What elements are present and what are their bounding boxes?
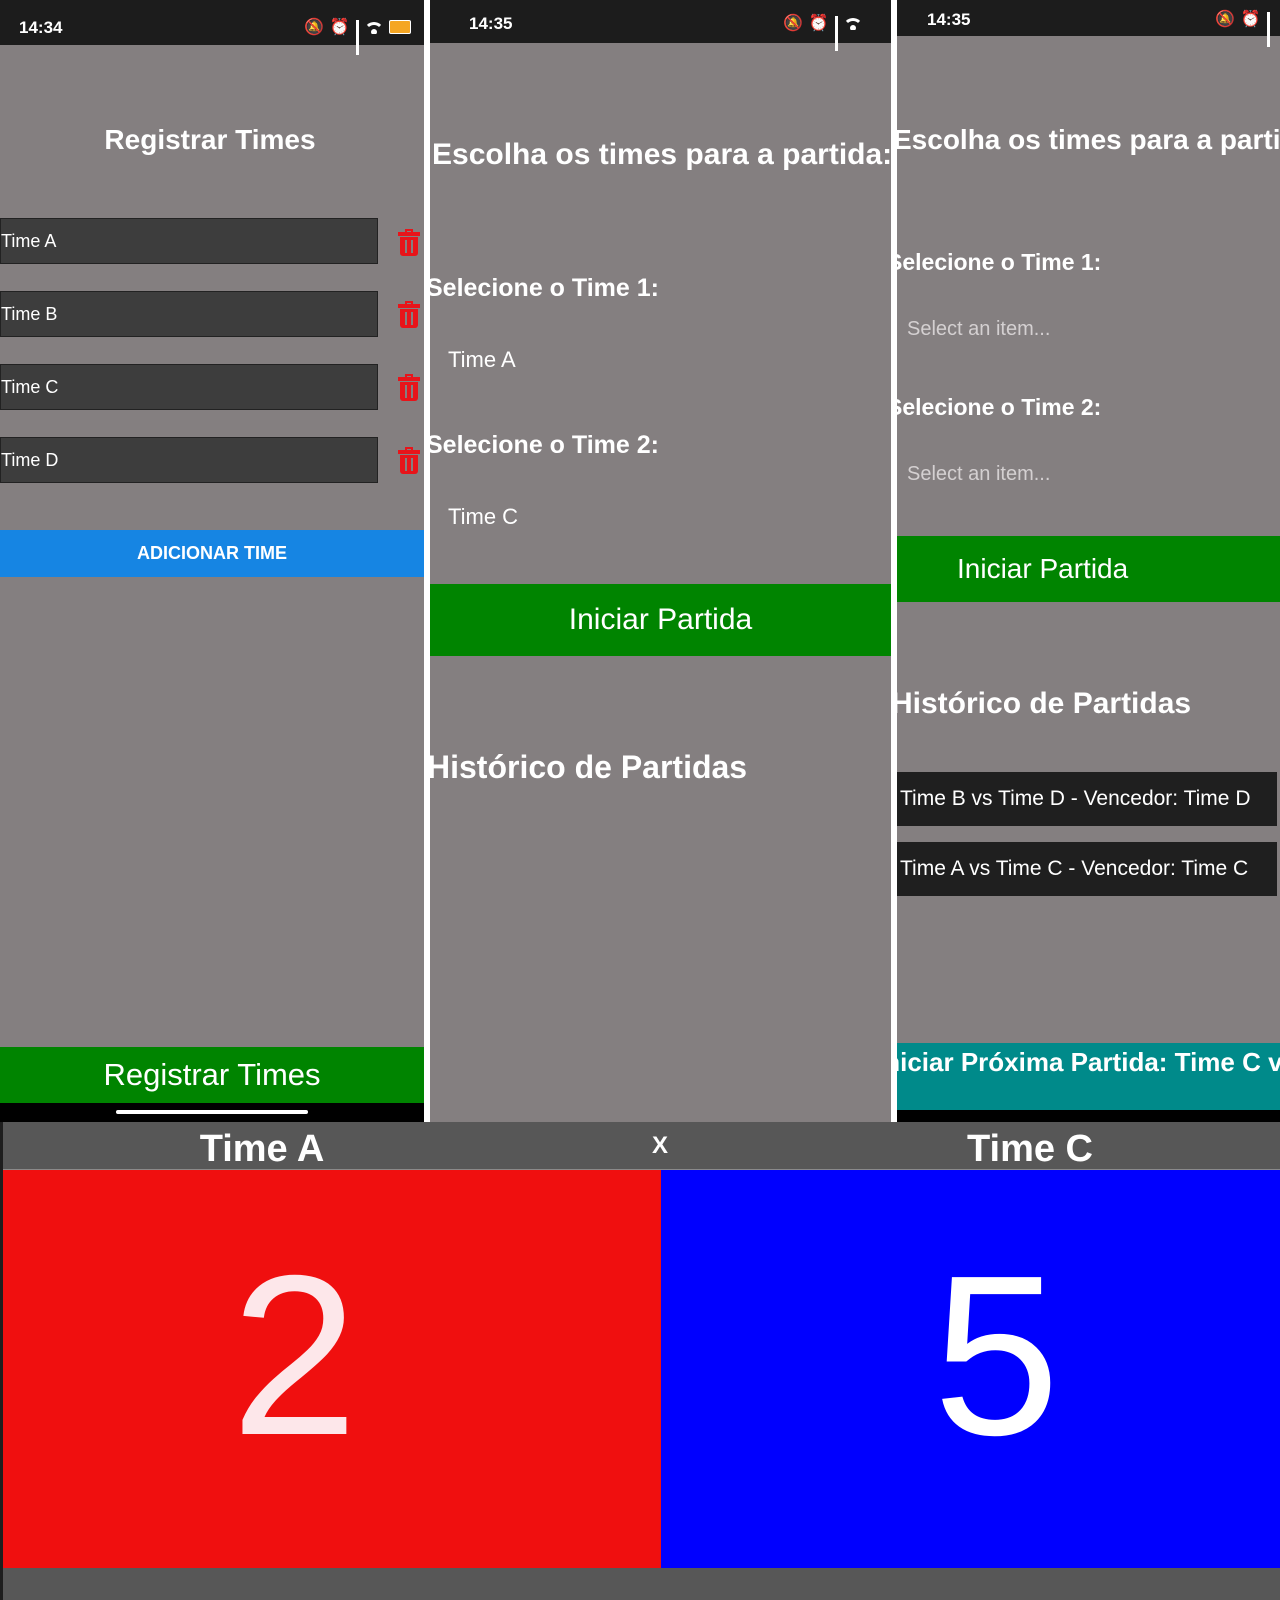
next-match-button[interactable]: Iniciar Próxima Partida: Time C vs (897, 1043, 1280, 1110)
team1-name: Time A (199, 1128, 325, 1170)
history-title: Histórico de Partidas (897, 687, 1192, 720)
select-team1-dropdown[interactable]: Select an item... (907, 318, 1050, 341)
wifi-icon (364, 20, 383, 34)
page-title: Escolha os times para a partida: (897, 124, 1280, 155)
select-team1-dropdown[interactable]: Time A (448, 347, 516, 373)
register-teams-button[interactable]: Registrar Times (0, 1047, 424, 1103)
mute-bell-icon: 🔕 (1215, 11, 1235, 28)
nav-bar (897, 1110, 1280, 1122)
team2-score: 5 (933, 1229, 1060, 1483)
signal-icon (834, 16, 838, 51)
alarm-icon: ⏰ (329, 19, 350, 36)
team-field-4[interactable]: Time D (0, 437, 378, 483)
add-team-button[interactable]: ADICIONAR TIME (0, 530, 424, 577)
select-team1-label: Selecione o Time 1: (897, 249, 1102, 275)
status-time: 14:34 (19, 18, 63, 37)
alarm-icon: ⏰ (808, 15, 829, 32)
signal-icon (355, 20, 359, 55)
select-team1-label: Selecione o Time 1: (430, 274, 659, 302)
page-title: Escolha os times para a partida: (432, 138, 891, 171)
home-indicator[interactable] (116, 1110, 308, 1114)
versus-separator: X (651, 1132, 668, 1159)
status-time: 14:35 (927, 10, 971, 29)
select-team2-dropdown[interactable]: Select an item... (907, 463, 1050, 486)
history-title: Histórico de Partidas (430, 749, 748, 785)
select-team2-label: Selecione o Time 2: (897, 394, 1102, 420)
trash-icon[interactable] (398, 301, 420, 328)
history-item: Time A vs Time C - Vencedor: Time C (897, 842, 1277, 896)
start-match-button[interactable]: Iniciar Partida (897, 536, 1280, 602)
team2-name: Time C (966, 1128, 1093, 1170)
mute-bell-icon: 🔕 (304, 19, 324, 36)
status-bar: 14:34 🔕 ⏰ (0, 0, 424, 55)
wifi-icon (843, 16, 862, 30)
team-field-3[interactable]: Time C (0, 364, 378, 410)
mute-bell-icon: 🔕 (783, 15, 803, 32)
screen-register-teams: 14:34 🔕 ⏰ Registrar Times Time A Time B … (0, 0, 424, 1122)
trash-icon[interactable] (398, 374, 420, 401)
status-time: 14:35 (469, 14, 513, 33)
signal-icon (1266, 12, 1270, 47)
screen-choose-teams-selected: 14:35 🔕 ⏰ Escolha os times para a partid… (430, 0, 891, 1122)
team-field-2[interactable]: Time B (0, 291, 378, 337)
screen-choose-teams-history: 14:35 🔕 ⏰ Escolha os times para a partid… (897, 0, 1280, 1122)
status-icons: 🔕 ⏰ (304, 17, 411, 55)
battery-icon (388, 20, 411, 34)
status-icons: 🔕 ⏰ (1215, 9, 1270, 47)
select-team2-dropdown[interactable]: Time C (448, 504, 518, 530)
next-match-label: Iniciar Próxima Partida: Time C vs (897, 1047, 1280, 1077)
start-match-button[interactable]: Iniciar Partida (430, 584, 891, 656)
status-bar: 14:35 🔕 ⏰ (430, 0, 891, 51)
page-title: Registrar Times (104, 124, 316, 155)
history-item: Time B vs Time D - Vencedor: Time D (897, 772, 1277, 826)
team1-score: 2 (231, 1229, 358, 1483)
scoreboard: Time A X Time C 2 5 (0, 1122, 1280, 1600)
team2-score-panel[interactable]: 5 (661, 1170, 1280, 1568)
team-field-1[interactable]: Time A (0, 218, 378, 264)
select-team2-label: Selecione o Time 2: (430, 431, 659, 459)
status-icons: 🔕 ⏰ (783, 13, 862, 51)
team1-score-panel[interactable]: 2 (3, 1170, 661, 1568)
trash-icon[interactable] (398, 447, 420, 474)
trash-icon[interactable] (398, 229, 420, 256)
alarm-icon: ⏰ (1240, 11, 1261, 28)
status-bar: 14:35 🔕 ⏰ (897, 0, 1280, 47)
